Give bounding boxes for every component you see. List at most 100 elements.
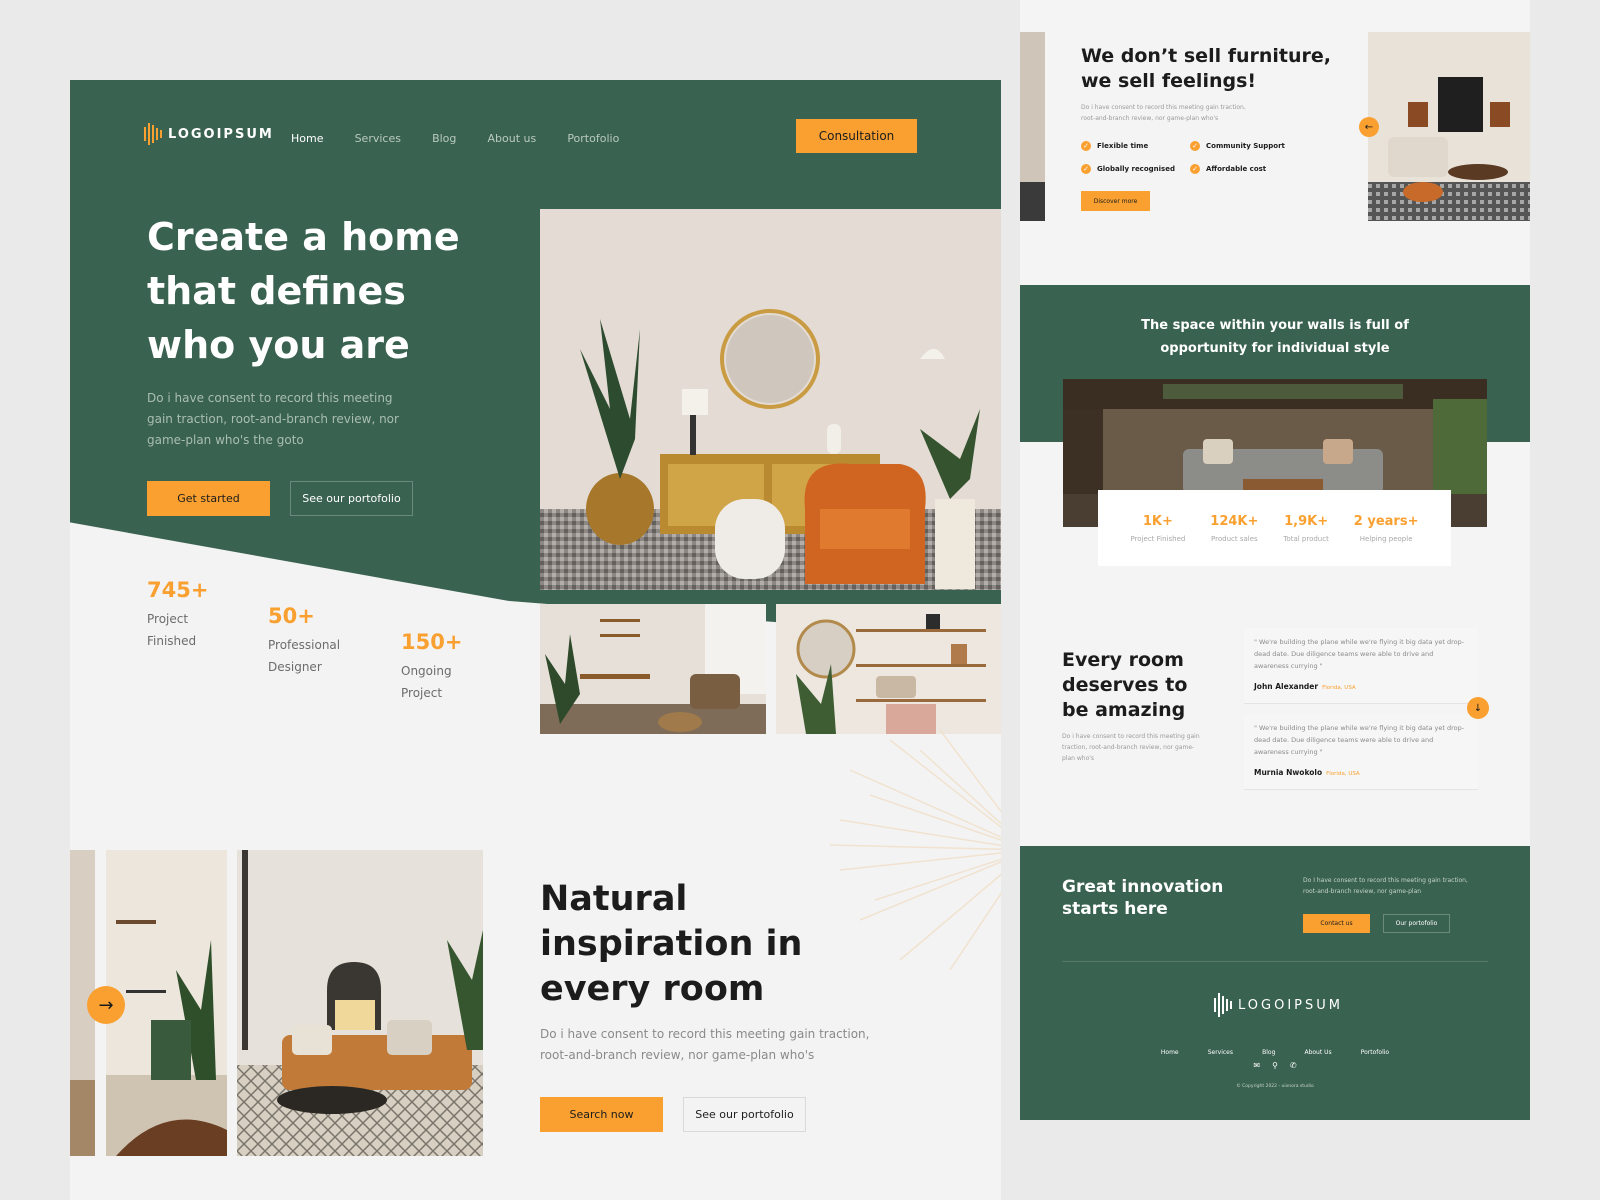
inspiration-title-line1: Natural bbox=[540, 879, 688, 919]
check-icon: ✓ bbox=[1081, 141, 1091, 151]
discover-more-button[interactable]: Discover more bbox=[1081, 191, 1150, 211]
testimonial-location: Florida, USA bbox=[1322, 685, 1356, 691]
testimonial-card: " We're building the plane while we're f… bbox=[1244, 714, 1478, 790]
feelings-partial-image bbox=[1020, 32, 1045, 221]
space-stat: 1,9K+ Total product bbox=[1283, 514, 1329, 543]
hero-title: Create a home that defines who you are bbox=[147, 210, 460, 372]
inspiration-title-line2: inspiration in bbox=[540, 924, 803, 964]
contact-us-button[interactable]: Contact us bbox=[1303, 914, 1370, 933]
feature-flexible-time: ✓ Flexible time bbox=[1081, 141, 1148, 151]
footer-link-home[interactable]: Home bbox=[1161, 1049, 1179, 1056]
inspiration-title: Natural inspiration in every room bbox=[540, 877, 802, 1012]
hero-description: Do i have consent to record this meeting… bbox=[147, 391, 399, 447]
nav-portofolio[interactable]: Portofolio bbox=[567, 132, 619, 145]
search-now-button[interactable]: Search now bbox=[540, 1097, 663, 1132]
location-icon[interactable]: ⚲ bbox=[1272, 1061, 1278, 1070]
space-stat-value: 1,9K+ bbox=[1284, 513, 1329, 529]
space-stat-label: Helping people bbox=[1359, 534, 1413, 543]
feature-globally-recognised: ✓ Globally recognised bbox=[1081, 164, 1175, 174]
footer-logo[interactable]: LOGOIPSUM bbox=[1214, 993, 1343, 1017]
check-icon: ✓ bbox=[1190, 164, 1200, 174]
hero-living-room-image bbox=[540, 209, 1001, 590]
testimonial-quote: " We're building the plane while we're f… bbox=[1254, 638, 1465, 670]
landing-page-main: LOGOIPSUM Home Services Blog About us Po… bbox=[70, 80, 1001, 1200]
see-portfolio-button[interactable]: See our portofolio bbox=[290, 481, 413, 516]
see-portfolio-button-2[interactable]: See our portofolio bbox=[683, 1097, 806, 1132]
space-stat-label: Total product bbox=[1283, 534, 1329, 543]
stat-label: Professional Designer bbox=[268, 638, 341, 674]
footer-link-portofolio[interactable]: Portofolio bbox=[1361, 1049, 1389, 1056]
testimonial-next-button[interactable]: ↓ bbox=[1467, 697, 1489, 719]
our-portfolio-button[interactable]: Our portofolio bbox=[1383, 914, 1450, 933]
space-stat-label: Project Finished bbox=[1130, 534, 1186, 543]
stat-value: 745+ bbox=[147, 578, 209, 602]
testimonial-name: Murnia Nwokolo bbox=[1254, 768, 1323, 777]
logo[interactable]: LOGOIPSUM bbox=[144, 123, 274, 145]
nav-blog[interactable]: Blog bbox=[432, 132, 456, 145]
nav-home[interactable]: Home bbox=[291, 132, 323, 145]
feelings-room-image bbox=[1368, 32, 1530, 221]
testimonial-card: " We're building the plane while we're f… bbox=[1244, 628, 1478, 704]
cta-title-line2: starts here bbox=[1062, 899, 1168, 919]
feelings-title: We don’t sell furniture, we sell feeling… bbox=[1081, 44, 1331, 94]
consultation-button[interactable]: Consultation bbox=[796, 119, 917, 153]
feelings-title-line1: We don’t sell furniture, bbox=[1081, 45, 1331, 67]
stat-ongoing: 150+ Ongoing Project bbox=[401, 630, 491, 704]
testimonial-quote: " We're building the plane while we're f… bbox=[1254, 724, 1465, 756]
footer-link-about[interactable]: About Us bbox=[1304, 1049, 1331, 1056]
testimonials-title-line3: be amazing bbox=[1062, 699, 1186, 721]
feature-affordable-cost: ✓ Affordable cost bbox=[1190, 164, 1266, 174]
phone-icon[interactable]: ✆ bbox=[1290, 1061, 1297, 1070]
space-stat-value: 124K+ bbox=[1210, 513, 1259, 529]
footer-link-blog[interactable]: Blog bbox=[1262, 1049, 1275, 1056]
footer-nav: Home Services Blog About Us Portofolio bbox=[1020, 1039, 1530, 1058]
feature-label: Globally recognised bbox=[1097, 165, 1175, 173]
arrow-down-icon: ↓ bbox=[1473, 702, 1483, 714]
carousel-next-button[interactable]: → bbox=[87, 986, 125, 1024]
stat-label: Ongoing Project bbox=[401, 664, 452, 700]
nav-about[interactable]: About us bbox=[487, 132, 536, 145]
space-stat-label: Product sales bbox=[1211, 534, 1258, 543]
cta-description: Do I have consent to record this meeting… bbox=[1303, 877, 1468, 895]
feelings-description: Do i have consent to record this meeting… bbox=[1081, 104, 1246, 122]
landing-page-sections: We don’t sell furniture, we sell feeling… bbox=[1020, 0, 1530, 1120]
shelf-decor-image bbox=[776, 604, 1001, 734]
nav-services[interactable]: Services bbox=[355, 132, 401, 145]
space-stat-value: 2 years+ bbox=[1353, 513, 1419, 529]
space-stats-card: 1K+ Project Finished 124K+ Product sales 1… bbox=[1098, 490, 1451, 566]
check-icon: ✓ bbox=[1081, 164, 1091, 174]
main-nav: Home Services Blog About us Portofolio bbox=[291, 127, 645, 146]
inspiration-description: Do i have consent to record this meeting… bbox=[540, 1027, 870, 1062]
space-stat: 1K+ Project Finished bbox=[1130, 514, 1185, 543]
feature-community-support: ✓ Community Support bbox=[1190, 141, 1285, 151]
mail-icon[interactable]: ✉ bbox=[1253, 1061, 1260, 1070]
stat-projects: 745+ Project Finished bbox=[147, 578, 237, 652]
feature-label: Community Support bbox=[1206, 142, 1285, 150]
arrow-right-icon: → bbox=[98, 994, 114, 1016]
footer-divider bbox=[1062, 961, 1488, 962]
testimonial-name: John Alexander bbox=[1254, 682, 1319, 691]
space-title: The space within your walls is full of o… bbox=[1020, 314, 1530, 360]
footer-logo-text: LOGOIPSUM bbox=[1238, 997, 1343, 1013]
testimonials-description: Do i have consent to record this meeting… bbox=[1062, 733, 1200, 762]
feature-label: Affordable cost bbox=[1206, 165, 1267, 173]
testimonial-author: John Alexander Florida, USA bbox=[1254, 682, 1468, 691]
get-started-button[interactable]: Get started bbox=[147, 481, 270, 516]
footer-link-services[interactable]: Services bbox=[1208, 1049, 1233, 1056]
testimonial-author: Murnia Nwokolo Florida, USA bbox=[1254, 768, 1468, 777]
space-stat-value: 1K+ bbox=[1142, 513, 1173, 529]
check-icon: ✓ bbox=[1190, 141, 1200, 151]
living-room-sofa-image bbox=[237, 850, 483, 1156]
inspiration-title-line3: every room bbox=[540, 969, 765, 1009]
testimonials-title-line1: Every room bbox=[1062, 649, 1184, 671]
sunburst-decoration bbox=[830, 730, 1001, 970]
hero-title-line3: who you are bbox=[147, 323, 410, 367]
space-stat: 2 years+ Helping people bbox=[1354, 514, 1419, 543]
hero-title-line2: that defines bbox=[147, 269, 406, 313]
carousel-prev-button[interactable]: ← bbox=[1359, 117, 1379, 137]
logo-mark-icon bbox=[144, 123, 162, 145]
footer-copyright: © Copyright 2022 - uixnora studio bbox=[1236, 1084, 1314, 1089]
feelings-title-line2: we sell feelings! bbox=[1081, 70, 1257, 92]
cta-title: Great innovation starts here bbox=[1062, 876, 1223, 920]
workspace-image bbox=[540, 604, 766, 734]
